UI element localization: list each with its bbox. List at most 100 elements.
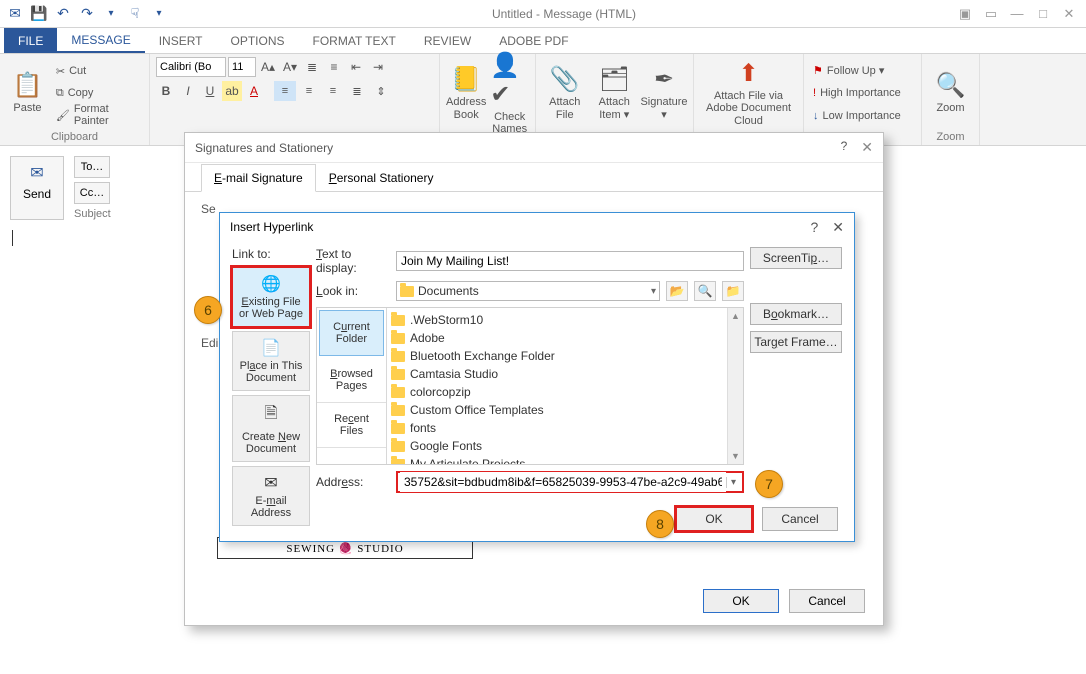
font-color-icon[interactable]: A xyxy=(244,81,264,101)
align-left-icon[interactable]: ≡ xyxy=(274,81,296,101)
cc-button[interactable]: Cc… xyxy=(74,182,110,204)
high-importance-button[interactable]: !High Importance xyxy=(810,83,904,103)
list-item[interactable]: colorcopzip xyxy=(391,383,739,401)
tab-file[interactable]: FILE xyxy=(4,28,57,53)
signatures-cancel-button[interactable]: Cancel xyxy=(789,589,865,613)
list-item[interactable]: fonts xyxy=(391,419,739,437)
quick-access-toolbar: ✉ 💾 ↶ ↷ ▾ ☟ ▾ xyxy=(0,3,174,25)
send-button[interactable]: ✉ Send xyxy=(10,156,64,220)
list-item[interactable]: My Articulate Projects xyxy=(391,455,739,464)
list-item[interactable]: .WebStorm10 xyxy=(391,311,739,329)
up-folder-button[interactable]: 📂 xyxy=(666,281,688,301)
hyperlink-help-icon[interactable]: ? xyxy=(810,219,818,236)
text-to-display-input[interactable] xyxy=(396,251,744,271)
option-place-in-doc[interactable]: 📄 Place in This Document xyxy=(232,331,310,391)
undo-icon[interactable]: ↶ xyxy=(52,3,74,25)
close-icon[interactable]: ✕ xyxy=(1058,3,1080,25)
address-dropdown-icon[interactable]: ▾ xyxy=(726,477,740,488)
target-frame-button[interactable]: Target Frame… xyxy=(750,331,842,353)
follow-up-button[interactable]: ⚑Follow Up ▾ xyxy=(810,60,904,80)
browse-file-button[interactable]: 📁 xyxy=(722,281,744,301)
tab-format-text[interactable]: FORMAT TEXT xyxy=(299,28,410,53)
list-item[interactable]: Bluetooth Exchange Folder xyxy=(391,347,739,365)
list-item[interactable]: Custom Office Templates xyxy=(391,401,739,419)
check-names-button[interactable]: 👤✔Check Names xyxy=(490,60,529,126)
bookmark-button[interactable]: Bookmark… xyxy=(750,303,842,325)
justify-icon[interactable]: ≣ xyxy=(346,81,368,101)
option-email-address[interactable]: ✉ E-mail Address xyxy=(232,466,310,526)
tab-options[interactable]: OPTIONS xyxy=(217,28,299,53)
format-painter-button[interactable]: 🖌Format Painter xyxy=(53,105,143,125)
maximize-icon[interactable]: □ xyxy=(1032,3,1054,25)
line-spacing-icon[interactable]: ⇕ xyxy=(370,81,392,101)
address-box-highlight: ▾ xyxy=(396,471,744,493)
screentip-button[interactable]: ScreenTip… xyxy=(750,247,842,269)
font-name-input[interactable] xyxy=(156,57,226,77)
cut-button[interactable]: ✂Cut xyxy=(53,61,143,81)
btab-browsed-pages[interactable]: Browsed Pages xyxy=(317,358,386,403)
ribbon-options-icon[interactable]: ▣ xyxy=(954,3,976,25)
hyperlink-close-icon[interactable]: ✕ xyxy=(832,219,844,236)
look-in-select[interactable]: Documents ▾ xyxy=(396,281,660,301)
btab-recent-files[interactable]: Recent Files xyxy=(317,403,386,448)
attach-file-button[interactable]: 📎Attach File xyxy=(542,60,588,126)
indent-icon[interactable]: ⇥ xyxy=(368,57,388,77)
font-size-input[interactable] xyxy=(228,57,256,77)
hyperlink-ok-button[interactable]: OK xyxy=(676,507,752,531)
hyperlink-cancel-button[interactable]: Cancel xyxy=(762,507,838,531)
tab-personal-stationery[interactable]: Personal Stationery xyxy=(316,164,447,192)
file-list[interactable]: .WebStorm10AdobeBluetooth Exchange Folde… xyxy=(387,308,743,464)
scrollbar-vertical[interactable]: ▲▼ xyxy=(727,308,743,464)
tab-email-signature[interactable]: E-mail Signature xyxy=(201,164,316,192)
address-book-button[interactable]: 📒Address Book xyxy=(446,60,486,126)
attach-item-button[interactable]: 🗂Attach Item ▾ xyxy=(592,60,638,126)
underline-icon[interactable]: U xyxy=(200,81,220,101)
redo-icon[interactable]: ↷ xyxy=(76,3,98,25)
list-item[interactable]: Adobe xyxy=(391,329,739,347)
qat-more-icon[interactable]: ▾ xyxy=(100,3,122,25)
callout-6: 6 xyxy=(194,296,222,324)
paste-button[interactable]: 📋Paste xyxy=(6,60,49,126)
folder-icon xyxy=(391,351,405,362)
signature-button[interactable]: ✒Signature ▾ xyxy=(641,60,687,126)
signatures-help-icon[interactable]: ? xyxy=(841,139,848,156)
bullets-icon[interactable]: ≣ xyxy=(302,57,322,77)
zoom-button[interactable]: 🔍Zoom xyxy=(928,60,973,126)
align-center-icon[interactable]: ≡ xyxy=(298,81,320,101)
signatures-ok-button[interactable]: OK xyxy=(703,589,779,613)
send-icon: ✉ xyxy=(30,163,43,183)
to-button[interactable]: To… xyxy=(74,156,110,178)
browse-web-button[interactable]: 🔍 xyxy=(694,281,716,301)
minimize-icon[interactable]: — xyxy=(1006,3,1028,25)
tab-insert[interactable]: INSERT xyxy=(145,28,217,53)
tab-adobe-pdf[interactable]: ADOBE PDF xyxy=(485,28,582,53)
outdent-icon[interactable]: ⇤ xyxy=(346,57,366,77)
option-create-new-doc[interactable]: 🗎 Create New Document xyxy=(232,395,310,462)
help-icon[interactable]: ▭ xyxy=(980,3,1002,25)
tab-message[interactable]: MESSAGE xyxy=(57,28,144,53)
italic-icon[interactable]: I xyxy=(178,81,198,101)
list-item[interactable]: Google Fonts xyxy=(391,437,739,455)
copy-button[interactable]: ⧉Copy xyxy=(53,83,143,103)
hyperlink-title-bar: Insert Hyperlink ? ✕ xyxy=(220,213,854,241)
grow-font-icon[interactable]: A▴ xyxy=(258,57,278,77)
group-zoom-label: Zoom xyxy=(928,129,973,145)
signatures-close-icon[interactable]: ✕ xyxy=(861,139,873,156)
touch-mode-icon[interactable]: ☟ xyxy=(124,3,146,25)
tab-review[interactable]: REVIEW xyxy=(410,28,485,53)
qat-more2-icon[interactable]: ▾ xyxy=(148,3,170,25)
link-to-panel: Link to: 🌐 Existing File or Web Page 📄 P… xyxy=(232,247,310,541)
highlight-icon[interactable]: ab xyxy=(222,81,242,101)
align-right-icon[interactable]: ≡ xyxy=(322,81,344,101)
adobe-attach-button[interactable]: ⬆Attach File via Adobe Document Cloud xyxy=(700,60,797,126)
chevron-down-icon: ▾ xyxy=(651,286,656,297)
option-existing-file[interactable]: 🌐 Existing File or Web Page xyxy=(232,267,310,327)
btab-current-folder[interactable]: Current Folder xyxy=(319,310,384,356)
shrink-font-icon[interactable]: A▾ xyxy=(280,57,300,77)
bold-icon[interactable]: B xyxy=(156,81,176,101)
save-icon[interactable]: 💾 xyxy=(28,3,50,25)
address-input[interactable] xyxy=(400,472,726,492)
low-importance-button[interactable]: ↓Low Importance xyxy=(810,106,904,126)
list-item[interactable]: Camtasia Studio xyxy=(391,365,739,383)
numbering-icon[interactable]: ≡ xyxy=(324,57,344,77)
